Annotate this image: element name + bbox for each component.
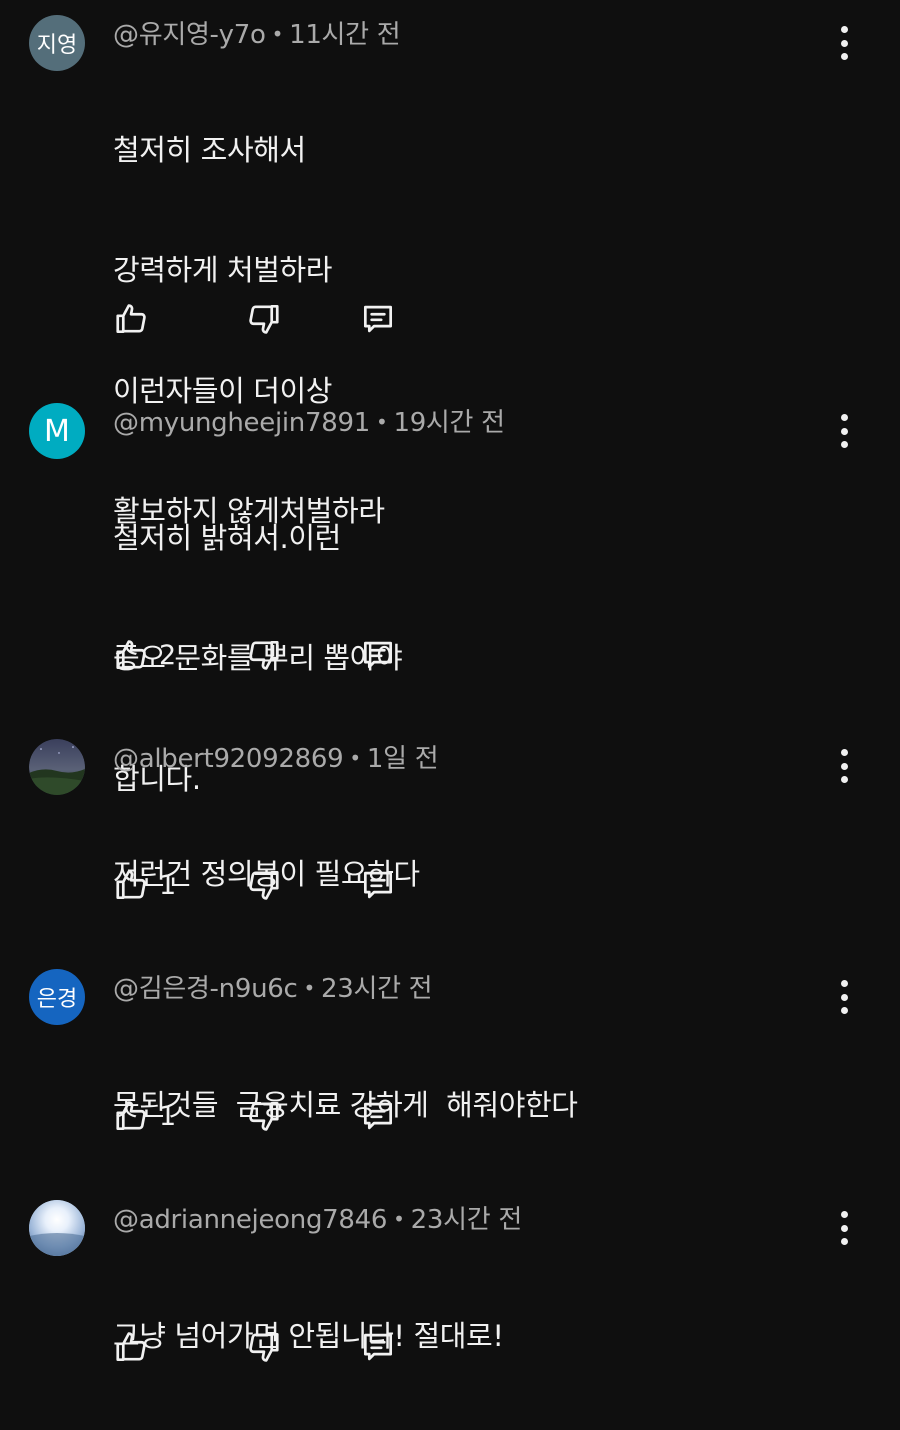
comment-time[interactable]: 1일 전 <box>367 744 439 774</box>
comment-author[interactable]: @myungheejin7891 <box>113 408 370 438</box>
comment-meta: @myungheejin7891 • 19시간 전 <box>113 405 505 439</box>
reply-button[interactable] <box>359 1095 397 1137</box>
comment-meta: @adriannejeong7846 • 23시간 전 <box>113 1202 522 1236</box>
comment-reply-icon <box>363 871 393 899</box>
avatar-image <box>29 1200 85 1256</box>
reply-button[interactable] <box>359 864 397 906</box>
comment-line: 철저히 조사해서 <box>113 133 306 167</box>
thumb-down-icon <box>249 870 279 900</box>
comment-author[interactable]: @adriannejeong7846 <box>113 1205 387 1235</box>
separator-dot: • <box>349 746 361 770</box>
like-count: 1 <box>159 1100 177 1132</box>
like-count: 1 <box>159 869 177 901</box>
dislike-button[interactable] <box>244 1095 282 1137</box>
comment-actions <box>113 298 433 340</box>
more-vert-icon[interactable] <box>830 977 858 1017</box>
more-vert-icon[interactable] <box>830 1208 858 1248</box>
avatar[interactable]: 은경 <box>29 969 85 1025</box>
avatar[interactable] <box>29 739 85 795</box>
reply-button[interactable] <box>359 634 397 676</box>
comment-reply-icon <box>363 1102 393 1130</box>
comment-line: 강력하게 처벌하라 <box>113 253 333 288</box>
comment-actions: 1 <box>113 864 433 906</box>
more-vert-icon[interactable] <box>830 23 858 63</box>
dislike-button[interactable] <box>244 1326 282 1368</box>
like-button[interactable]: 1 <box>113 864 176 906</box>
thumb-up-icon <box>116 304 146 334</box>
comment-reply-icon <box>363 305 393 333</box>
like-button[interactable] <box>113 1326 159 1368</box>
separator-dot: • <box>271 22 284 46</box>
comment-time[interactable]: 19시간 전 <box>393 408 505 438</box>
comment-reply-icon <box>363 1333 393 1361</box>
comment-actions <box>113 1326 433 1368</box>
comment-meta: @김은경-n9u6c • 23시간 전 <box>113 971 433 1005</box>
thumb-up-icon <box>116 640 146 670</box>
comment-meta: @albert92092869 • 1일 전 <box>113 741 439 775</box>
thumb-down-icon <box>249 1101 279 1131</box>
like-count: 2 <box>159 639 177 671</box>
more-vert-icon[interactable] <box>830 746 858 786</box>
comment-time[interactable]: 11시간 전 <box>289 20 401 50</box>
reply-button[interactable] <box>359 298 397 340</box>
dislike-button[interactable] <box>244 864 282 906</box>
thumb-up-icon <box>116 1101 146 1131</box>
thumb-down-icon <box>249 640 279 670</box>
avatar[interactable]: 지영 <box>29 15 85 71</box>
thumb-up-icon <box>116 870 146 900</box>
thumb-down-icon <box>249 1332 279 1362</box>
comment-actions: 1 <box>113 1095 433 1137</box>
avatar-image <box>29 739 85 795</box>
comment-actions: 2 <box>113 634 433 676</box>
reply-button[interactable] <box>359 1326 397 1368</box>
comment-author[interactable]: @albert92092869 <box>113 744 344 774</box>
comment-line: 철저히 밝혀서.이런 <box>113 521 341 555</box>
like-button[interactable] <box>113 298 159 340</box>
separator-dot: • <box>375 410 388 434</box>
thumb-down-icon <box>249 304 279 334</box>
comment-time[interactable]: 23시간 전 <box>411 1205 523 1235</box>
comment-time[interactable]: 23시간 전 <box>321 974 433 1004</box>
avatar[interactable] <box>29 1200 85 1256</box>
dislike-button[interactable] <box>244 298 282 340</box>
like-button[interactable]: 1 <box>113 1095 176 1137</box>
comment-author[interactable]: @김은경-n9u6c <box>113 974 298 1004</box>
comment-meta: @유지영-y7o • 11시간 전 <box>113 17 401 51</box>
separator-dot: • <box>303 976 315 1000</box>
dislike-button[interactable] <box>244 634 282 676</box>
like-button[interactable]: 2 <box>113 634 176 676</box>
avatar[interactable]: M <box>29 403 85 459</box>
more-vert-icon[interactable] <box>830 411 858 451</box>
thumb-up-icon <box>116 1332 146 1362</box>
comment-author[interactable]: @유지영-y7o <box>113 20 266 50</box>
comment-reply-icon <box>363 641 393 669</box>
separator-dot: • <box>393 1207 405 1231</box>
